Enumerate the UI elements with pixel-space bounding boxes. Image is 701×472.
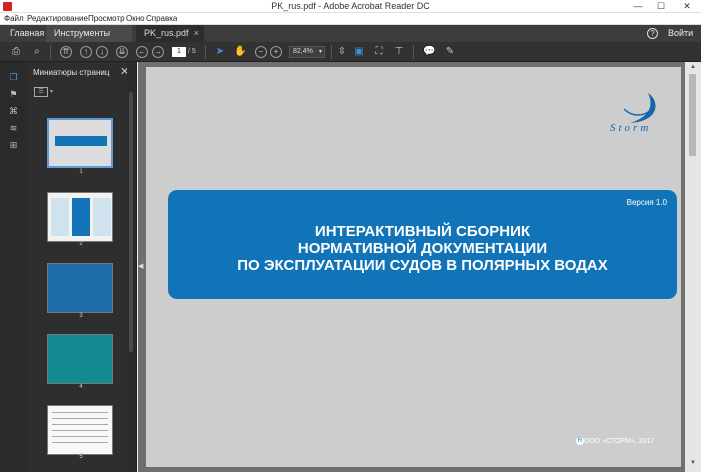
thumbnail-number: 2: [79, 241, 83, 247]
tab-tools[interactable]: Инструменты: [46, 25, 132, 42]
close-tab-icon[interactable]: ×: [194, 25, 199, 42]
last-page-icon[interactable]: ⇊: [116, 46, 128, 58]
toolbar-separator: [205, 45, 206, 59]
scroll-mode-icon[interactable]: ▣: [353, 46, 365, 58]
zoom-in-icon[interactable]: +: [270, 46, 282, 58]
menu-help[interactable]: Справка: [146, 13, 177, 25]
thumbnail-text-line: [52, 412, 108, 413]
thumbnail-options-icon[interactable]: ☰: [34, 87, 48, 97]
pdf-page: Storm Версия 1.0 ИНТЕРАКТИВНЫЙ СБОРНИК Н…: [146, 67, 681, 467]
tab-document[interactable]: PK_rus.pdf ×: [136, 25, 204, 42]
tab-home[interactable]: Главная: [2, 25, 46, 42]
document-scrollbar-thumb[interactable]: [689, 74, 696, 156]
logo-text: Storm: [610, 122, 652, 134]
thumbnail-text-line: [52, 442, 108, 443]
headline-line: ПО ЭКСПЛУАТАЦИИ СУДОВ В ПОЛЯРНЫХ ВОДАХ: [237, 257, 608, 274]
page-thumbnail-4[interactable]: [47, 334, 113, 384]
zoom-select[interactable]: 82,4% ▾: [289, 46, 325, 58]
thumbnail-text-line: [52, 424, 108, 425]
registered-mark-icon: R: [576, 437, 584, 445]
zoom-value: 82,4%: [293, 48, 313, 55]
document-scrollbar[interactable]: ▲ ▼: [685, 62, 701, 472]
page-thumbnail-1[interactable]: [47, 118, 113, 168]
search-icon[interactable]: ⌕: [31, 46, 43, 58]
toolbar: ⎙ ⌕ ⇈ ↑ ↓ ⇊ ← → / 5 ➤ ✋ − + 82,4% ▾ ⇳ ▣ …: [0, 42, 701, 62]
first-page-icon[interactable]: ⇈: [60, 46, 72, 58]
select-cursor-icon[interactable]: ➤: [214, 46, 226, 58]
menu-file[interactable]: Файл: [4, 13, 24, 25]
pen-icon[interactable]: ✎: [444, 46, 456, 58]
headline-line: ИНТЕРАКТИВНЫЙ СБОРНИК: [314, 223, 531, 240]
hand-tool-icon[interactable]: ✋: [234, 46, 246, 58]
page-number-input[interactable]: [172, 47, 186, 57]
toolbar-separator: [413, 45, 414, 59]
thumbnail-column: [72, 198, 90, 236]
page-thumbnail-3[interactable]: [47, 263, 113, 313]
menu-window[interactable]: Окно: [126, 13, 145, 25]
panel-title: Миниатюры страниц: [33, 68, 110, 77]
document-headline: ИНТЕРАКТИВНЫЙ СБОРНИК НОРМАТИВНОЙ ДОКУМЕ…: [168, 223, 677, 274]
tab-bar: Главная Инструменты PK_rus.pdf × ? Войти: [0, 25, 701, 42]
back-icon[interactable]: ←: [136, 46, 148, 58]
read-mode-icon[interactable]: ⊤: [393, 46, 405, 58]
menu-bar: Файл Редактирование Просмотр Окно Справк…: [0, 13, 701, 25]
tab-document-label: PK_rus.pdf: [144, 28, 189, 38]
attachment-icon[interactable]: ⌘: [8, 106, 19, 117]
thumbnail-text-line: [52, 418, 108, 419]
scroll-up-icon[interactable]: ▲: [690, 64, 696, 70]
page-thumbnails-icon[interactable]: ❐: [8, 72, 19, 83]
scroll-down-icon[interactable]: ▼: [690, 460, 696, 466]
toolbar-separator: [331, 45, 332, 59]
chevron-down-icon: ▾: [318, 49, 322, 55]
navigation-rail: ❐ ⚑ ⌘ ≋ ⊞: [0, 62, 27, 472]
document-viewport[interactable]: Storm Версия 1.0 ИНТЕРАКТИВНЫЙ СБОРНИК Н…: [138, 62, 701, 472]
forward-icon[interactable]: →: [152, 46, 164, 58]
thumbnail-number: 5: [79, 454, 83, 460]
fullscreen-icon[interactable]: ⛶: [373, 46, 385, 58]
comment-icon[interactable]: 💬: [423, 46, 435, 58]
menu-edit[interactable]: Редактирование: [27, 13, 88, 25]
signin-button[interactable]: Войти: [668, 25, 693, 42]
window-title: PK_rus.pdf - Adobe Acrobat Reader DC: [271, 1, 430, 11]
bookmark-icon[interactable]: ⚑: [8, 89, 19, 100]
fit-page-icon[interactable]: ⇳: [336, 46, 348, 58]
menu-view[interactable]: Просмотр: [88, 13, 125, 25]
chevron-down-icon[interactable]: ▾: [50, 88, 53, 95]
zoom-out-icon[interactable]: −: [255, 46, 267, 58]
create-pdf-icon[interactable]: ⎙: [10, 46, 22, 58]
thumbnail-text-line: [52, 430, 108, 431]
close-window-button[interactable]: ✕: [676, 0, 698, 13]
minimize-button[interactable]: —: [628, 0, 648, 13]
help-icon[interactable]: ?: [647, 28, 658, 39]
collapse-panel-arrow-icon[interactable]: ◀: [138, 262, 143, 270]
title-banner: Версия 1.0 ИНТЕРАКТИВНЫЙ СБОРНИК НОРМАТИ…: [168, 190, 677, 299]
thumbnail-column: [51, 198, 69, 236]
thumbnail-number: 3: [79, 313, 83, 319]
thumbnail-column: [93, 198, 111, 236]
layers-icon[interactable]: ≋: [8, 123, 19, 134]
previous-page-icon[interactable]: ↑: [80, 46, 92, 58]
thumbnails-panel: Миниатюры страниц ✕ ☰ ▾ 1 2 3 4 5: [27, 62, 137, 472]
version-label: Версия 1.0: [626, 198, 667, 207]
thumbnail-banner: [55, 136, 107, 146]
toolbar-separator: [50, 45, 51, 59]
headline-line: НОРМАТИВНОЙ ДОКУМЕНТАЦИИ: [297, 240, 548, 257]
maximize-button[interactable]: ☐: [651, 0, 671, 13]
copyright-text: ООО «СТОРМ», 2017: [584, 438, 655, 445]
title-bar: PK_rus.pdf - Adobe Acrobat Reader DC — ☐…: [0, 0, 701, 13]
thumbnail-number: 1: [79, 169, 83, 175]
structure-icon[interactable]: ⊞: [8, 140, 19, 151]
panel-scrollbar-thumb[interactable]: [129, 92, 133, 352]
panel-scrollbar[interactable]: [127, 62, 135, 472]
page-total: / 5: [188, 48, 196, 55]
thumbnail-number: 4: [79, 384, 83, 390]
page-thumbnail-5[interactable]: [47, 405, 113, 455]
next-page-icon[interactable]: ↓: [96, 46, 108, 58]
page-thumbnail-2[interactable]: [47, 192, 113, 242]
thumbnail-text-line: [52, 436, 108, 437]
